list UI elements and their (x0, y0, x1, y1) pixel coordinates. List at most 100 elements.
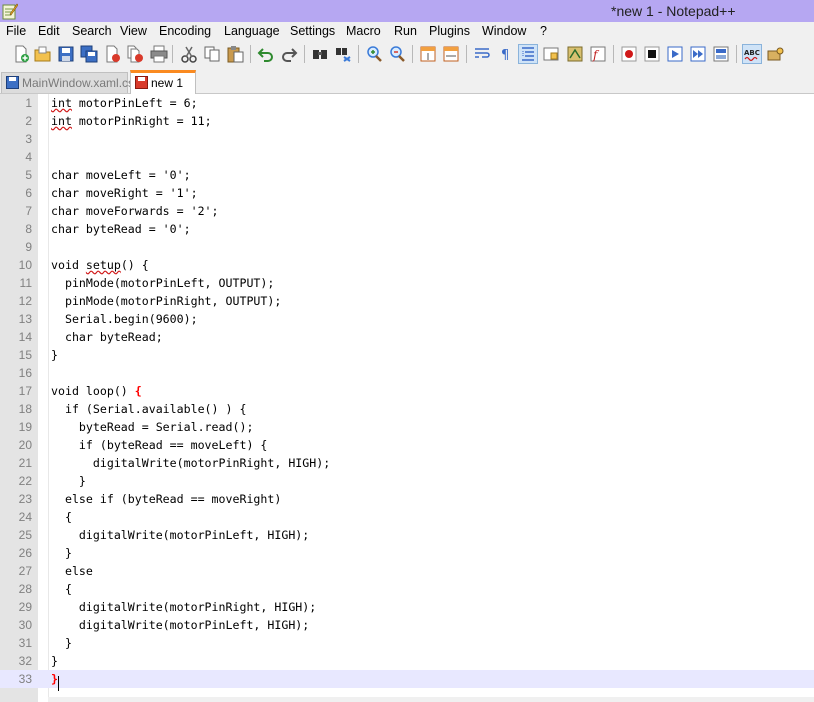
code-text: { (51, 510, 72, 524)
code-text: } (51, 474, 86, 488)
code-line: 14 char byteRead; (0, 328, 814, 346)
stop-record-icon[interactable] (643, 45, 661, 63)
code-text: Serial.begin(9600); (51, 312, 198, 326)
menu-file[interactable]: File (6, 24, 26, 38)
horizontal-scrollbar[interactable] (48, 697, 814, 702)
word-wrap-icon[interactable] (473, 45, 491, 63)
menu-help[interactable]: ? (540, 24, 547, 38)
menu-bar: File Edit Search View Encoding Language … (0, 22, 814, 41)
code-text: void loop() { (51, 384, 142, 398)
menu-run[interactable]: Run (394, 24, 417, 38)
toolbar-separator (736, 45, 737, 63)
indent-guide-icon[interactable] (518, 44, 538, 64)
code-line: 18 if (Serial.available() ) { (0, 400, 814, 418)
line-number: 5 (25, 168, 32, 182)
new-file-icon[interactable] (12, 45, 30, 63)
user-defined-lang-icon[interactable] (542, 45, 560, 63)
zoom-in-icon[interactable] (365, 45, 383, 63)
code-line: 27 else (0, 562, 814, 580)
code-text: pinMode(motorPinLeft, OUTPUT); (51, 276, 275, 290)
copy-icon[interactable] (203, 45, 221, 63)
spellcheck-icon[interactable]: ABC (742, 44, 762, 64)
save-macro-icon[interactable] (712, 45, 730, 63)
code-text: if (Serial.available() ) { (51, 402, 247, 416)
editor-area[interactable]: 1 int motorPinLeft = 6; 2 int motorPinRigh… (0, 94, 814, 702)
code-line: 10 void setup() { (0, 256, 814, 274)
menu-macro[interactable]: Macro (346, 24, 381, 38)
tab-new-1[interactable]: new 1 (130, 70, 196, 94)
open-file-icon[interactable] (34, 45, 52, 63)
code-text: digitalWrite(motorPinLeft, HIGH); (51, 618, 310, 632)
notepadpp-logo-icon (2, 3, 18, 20)
line-number: 30 (18, 618, 32, 632)
line-number: 9 (25, 240, 32, 254)
menu-plugins[interactable]: Plugins (429, 24, 470, 38)
line-number: 31 (18, 636, 32, 650)
line-number: 3 (25, 132, 32, 146)
menu-language[interactable]: Language (224, 24, 280, 38)
save-all-icon[interactable] (80, 45, 98, 63)
line-number: 21 (18, 456, 32, 470)
code-text: digitalWrite(motorPinLeft, HIGH); (51, 528, 310, 542)
record-macro-icon[interactable] (620, 45, 638, 63)
code-line: 24 { (0, 508, 814, 526)
line-number: 18 (18, 402, 32, 416)
code-line: 28 { (0, 580, 814, 598)
doc-map-icon[interactable] (566, 45, 584, 63)
title-bar: *new 1 - Notepad++ (0, 0, 814, 22)
menu-view[interactable]: View (120, 24, 147, 38)
code-line: 31 } (0, 634, 814, 652)
cut-icon[interactable] (180, 45, 198, 63)
tab-label: MainWindow.xaml.cs (22, 76, 135, 90)
toolbar-separator (466, 45, 467, 63)
show-all-chars-icon[interactable]: ¶ (496, 45, 514, 63)
menu-search[interactable]: Search (72, 24, 112, 38)
code-text: } (51, 654, 58, 668)
line-number: 17 (18, 384, 32, 398)
code-line: 3 (0, 130, 814, 148)
tab-mainwindow-xaml-cs[interactable]: MainWindow.xaml.cs (1, 72, 134, 93)
replace-icon[interactable] (334, 45, 352, 63)
line-number: 11 (19, 276, 32, 290)
sync-horizontal-icon[interactable] (442, 45, 460, 63)
zoom-out-icon[interactable] (388, 45, 406, 63)
code-text: digitalWrite(motorPinRight, HIGH); (51, 600, 317, 614)
undo-icon[interactable] (257, 45, 275, 63)
line-number: 4 (25, 150, 32, 164)
run-macro-multiple-icon[interactable] (689, 45, 707, 63)
svg-text:¶: ¶ (501, 48, 509, 63)
menu-encoding[interactable]: Encoding (159, 24, 211, 38)
paste-icon[interactable] (226, 45, 244, 63)
svg-text:ABC: ABC (744, 49, 760, 57)
toolbar-separator (172, 45, 173, 63)
tab-bar: MainWindow.xaml.cs new 1 (0, 67, 814, 94)
plugin-icon[interactable] (766, 45, 784, 63)
sync-vertical-icon[interactable] (419, 45, 437, 63)
code-line: 6 char moveRight = '1'; (0, 184, 814, 202)
code-line: 25 digitalWrite(motorPinLeft, HIGH); (0, 526, 814, 544)
print-icon[interactable] (150, 45, 168, 63)
code-line: 4 (0, 148, 814, 166)
code-text: } (51, 546, 72, 560)
close-all-icon[interactable] (126, 45, 144, 63)
menu-edit[interactable]: Edit (38, 24, 60, 38)
close-icon[interactable] (104, 45, 122, 63)
function-list-icon[interactable]: f (589, 45, 607, 63)
redo-icon[interactable] (280, 45, 298, 63)
window-title: *new 1 - Notepad++ (611, 3, 736, 19)
line-number: 8 (25, 222, 32, 236)
code-line: 8 char byteRead = '0'; (0, 220, 814, 238)
play-macro-icon[interactable] (666, 45, 684, 63)
code-text: else if (byteRead == moveRight) (51, 492, 282, 506)
find-icon[interactable] (311, 45, 329, 63)
code-line: 1 int motorPinLeft = 6; (0, 94, 814, 112)
line-number: 12 (18, 294, 32, 308)
code-text: char moveRight = '1'; (51, 186, 198, 200)
code-line: 26 } (0, 544, 814, 562)
code-text: else (51, 564, 93, 578)
menu-settings[interactable]: Settings (290, 24, 335, 38)
menu-window[interactable]: Window (482, 24, 526, 38)
save-icon[interactable] (57, 45, 75, 63)
code-text: int motorPinLeft = 6; (51, 96, 198, 110)
code-line: 16 (0, 364, 814, 382)
